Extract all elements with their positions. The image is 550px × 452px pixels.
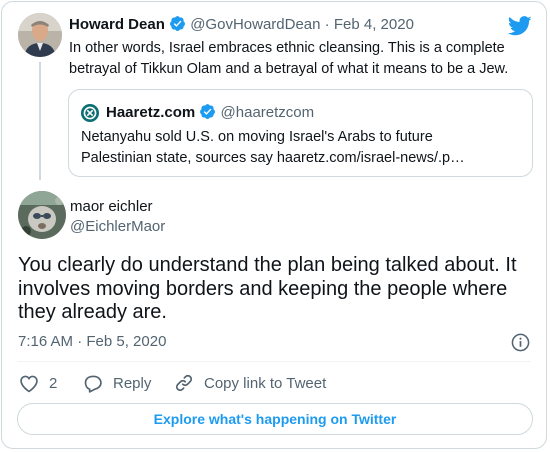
reply-label: Reply [113,374,152,392]
copy-link-label: Copy link to Tweet [204,374,327,392]
haaretz-avatar-icon [81,104,99,127]
author-name[interactable]: Howard Dean [69,16,165,33]
parent-tweet-text: In other words, Israel embraces ethnic c… [69,38,508,80]
verified-badge-icon [169,15,186,38]
parent-text-line: betrayal of Tikkun Olam and a betrayal o… [69,61,509,77]
quoted-text-line: Netanyahu sold U.S. on moving Israel's A… [81,129,433,145]
explore-label: Explore what's happening on Twitter [153,411,397,427]
explore-twitter-button[interactable]: Explore what's happening on Twitter [17,403,533,435]
howard-dean-avatar[interactable] [18,13,62,57]
parent-tweet-header: Howard Dean @GovHowardDean · Feb 4, 2020 [69,15,414,38]
main-text-line: involves moving borders and keeping the … [18,277,508,300]
parent-text-line: In other words, Israel embraces ethnic c… [69,40,505,56]
main-tweet-text: You clearly do understand the plan being… [18,254,517,325]
quoted-author-name[interactable]: Haaretz.com [106,104,195,121]
copy-link-action[interactable]: Copy link to Tweet [174,372,326,394]
heart-icon [20,375,38,392]
tweet-date[interactable]: Feb 4, 2020 [334,16,414,33]
separator-dot: · [324,16,330,33]
main-text-line: they already are. [18,301,167,323]
thread-connector-line [39,62,41,180]
tweet-timestamp[interactable]: 7:16 AM · Feb 5, 2020 [18,332,166,352]
divider [17,361,531,362]
maor-eichler-avatar[interactable] [18,191,66,239]
reply-action[interactable]: Reply [83,372,151,394]
main-author-handle[interactable]: @EichlerMaor [70,217,165,237]
verified-badge-icon [199,103,216,126]
quoted-author-handle[interactable]: @haaretzcom [221,104,315,121]
like-action[interactable]: 2 [19,372,57,394]
reply-icon [84,375,102,393]
info-icon[interactable] [511,333,530,357]
quoted-text-line: Palestinian state, sources say haaretz.c… [81,150,465,166]
quoted-tweet-header: Haaretz.com @haaretzcom [106,103,314,126]
like-count: 2 [49,374,58,392]
link-icon [175,374,193,392]
main-author-name[interactable]: maor eichler [70,197,153,217]
main-text-line: You clearly do understand the plan being… [18,254,517,276]
quoted-tweet-text: Netanyahu sold U.S. on moving Israel's A… [81,127,465,169]
twitter-logo-icon[interactable] [507,16,532,41]
author-handle[interactable]: @GovHowardDean [190,16,320,33]
